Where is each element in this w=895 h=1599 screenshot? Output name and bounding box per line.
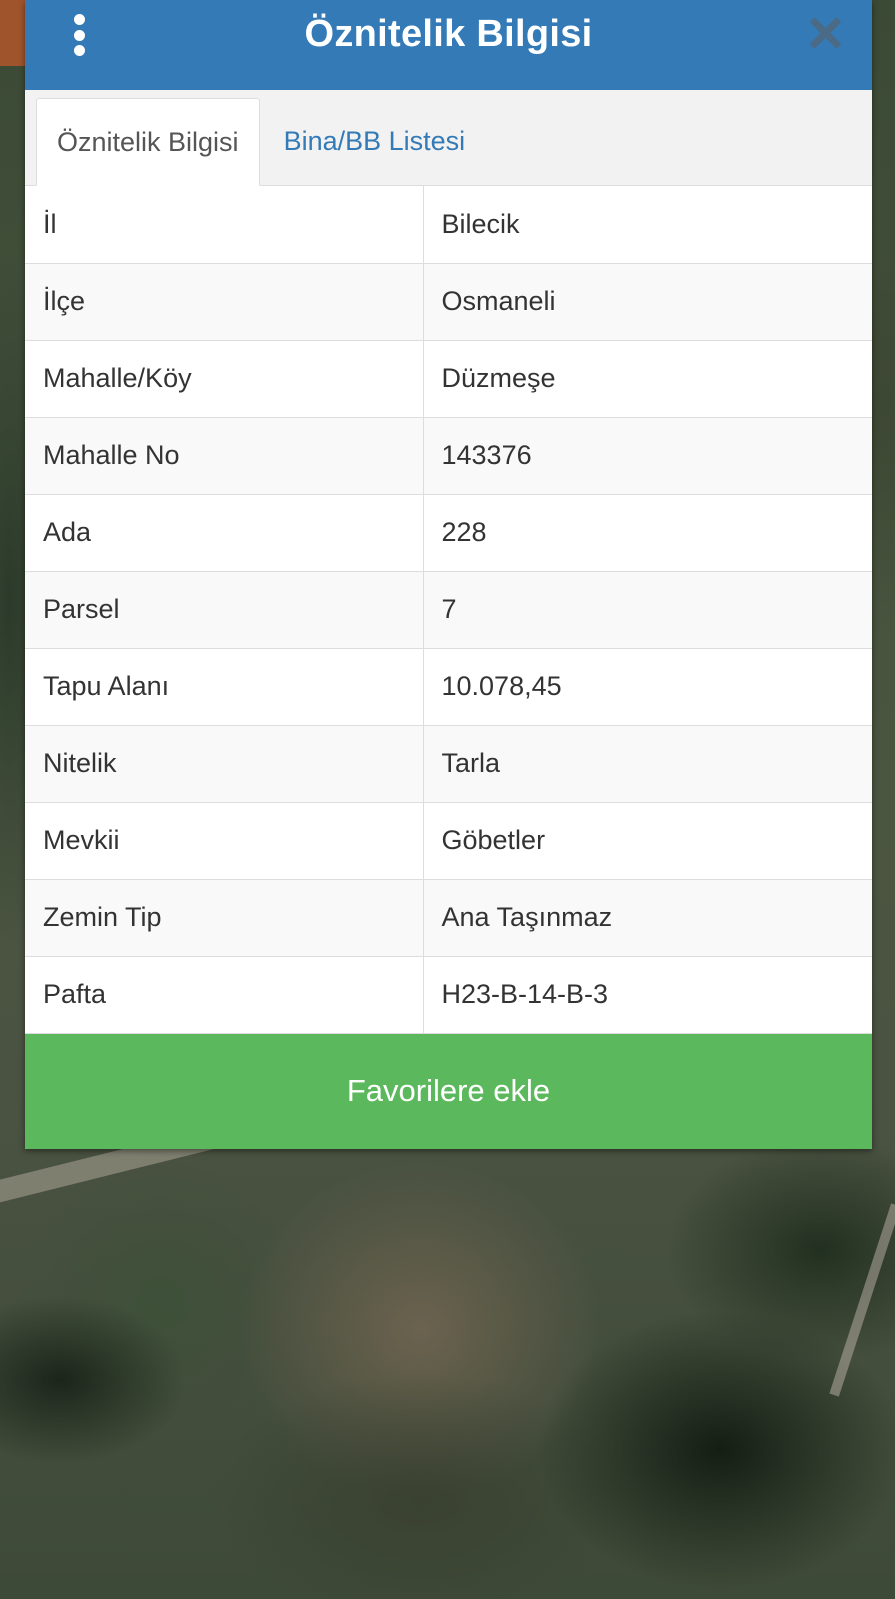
table-row: İl Bilecik xyxy=(25,186,872,264)
attribute-info-dialog: Öznitelik Bilgisi Öznitelik Bilgisi Bina… xyxy=(25,0,872,1149)
tab-building-list[interactable]: Bina/BB Listesi xyxy=(260,97,486,185)
attribute-value: Osmaneli xyxy=(422,262,872,341)
attribute-key: İlçe xyxy=(25,262,424,341)
attribute-value: 10.078,45 xyxy=(422,647,872,726)
attribute-key: Mahalle/Köy xyxy=(25,339,424,418)
add-to-favorites-button[interactable]: Favorilere ekle xyxy=(25,1033,872,1149)
close-icon[interactable] xyxy=(808,16,842,50)
attribute-table: İl Bilecik İlçe Osmaneli Mahalle/Köy Düzmeşe M… xyxy=(25,186,872,1034)
attribute-value: H23-B-14-B-3 xyxy=(422,955,872,1034)
attribute-key: Tapu Alanı xyxy=(25,647,424,726)
table-row: Nitelik Tarla xyxy=(25,724,872,803)
table-row: Mahalle/Köy Düzmeşe xyxy=(25,339,872,418)
table-row: Ada 228 xyxy=(25,493,872,572)
menu-dot xyxy=(73,29,85,41)
table-row: Mahalle No 143376 xyxy=(25,416,872,495)
attribute-value: Düzmeşe xyxy=(422,339,872,418)
table-row: Tapu Alanı 10.078,45 xyxy=(25,647,872,726)
attribute-key: Mevkii xyxy=(25,801,424,880)
more-vertical-icon[interactable] xyxy=(69,14,89,56)
menu-dot xyxy=(73,14,85,25)
attribute-value: Bilecik xyxy=(422,186,872,264)
attribute-value: 7 xyxy=(422,570,872,649)
attribute-key: Mahalle No xyxy=(25,416,424,495)
table-row: Zemin Tip Ana Taşınmaz xyxy=(25,878,872,957)
attribute-key: Parsel xyxy=(25,570,424,649)
attribute-value: 228 xyxy=(422,493,872,572)
attribute-key: Nitelik xyxy=(25,724,424,803)
table-row: Parsel 7 xyxy=(25,570,872,649)
attribute-key: Pafta xyxy=(25,955,424,1034)
attribute-key: Zemin Tip xyxy=(25,878,424,957)
attribute-value: 143376 xyxy=(422,416,872,495)
table-row: Mevkii Göbetler xyxy=(25,801,872,880)
tab-bar: Öznitelik Bilgisi Bina/BB Listesi xyxy=(25,90,872,186)
attribute-value: Ana Taşınmaz xyxy=(422,878,872,957)
dialog-title: Öznitelik Bilgisi xyxy=(304,12,593,55)
attribute-key: Ada xyxy=(25,493,424,572)
attribute-key: İl xyxy=(25,186,424,264)
map-edge xyxy=(0,0,25,66)
table-row: Pafta H23-B-14-B-3 xyxy=(25,955,872,1034)
attribute-value: Göbetler xyxy=(422,801,872,880)
attribute-value: Tarla xyxy=(422,724,872,803)
table-row: İlçe Osmaneli xyxy=(25,262,872,341)
dialog-header: Öznitelik Bilgisi xyxy=(25,0,872,90)
tab-attribute-info[interactable]: Öznitelik Bilgisi xyxy=(36,98,260,186)
menu-dot xyxy=(73,45,85,56)
